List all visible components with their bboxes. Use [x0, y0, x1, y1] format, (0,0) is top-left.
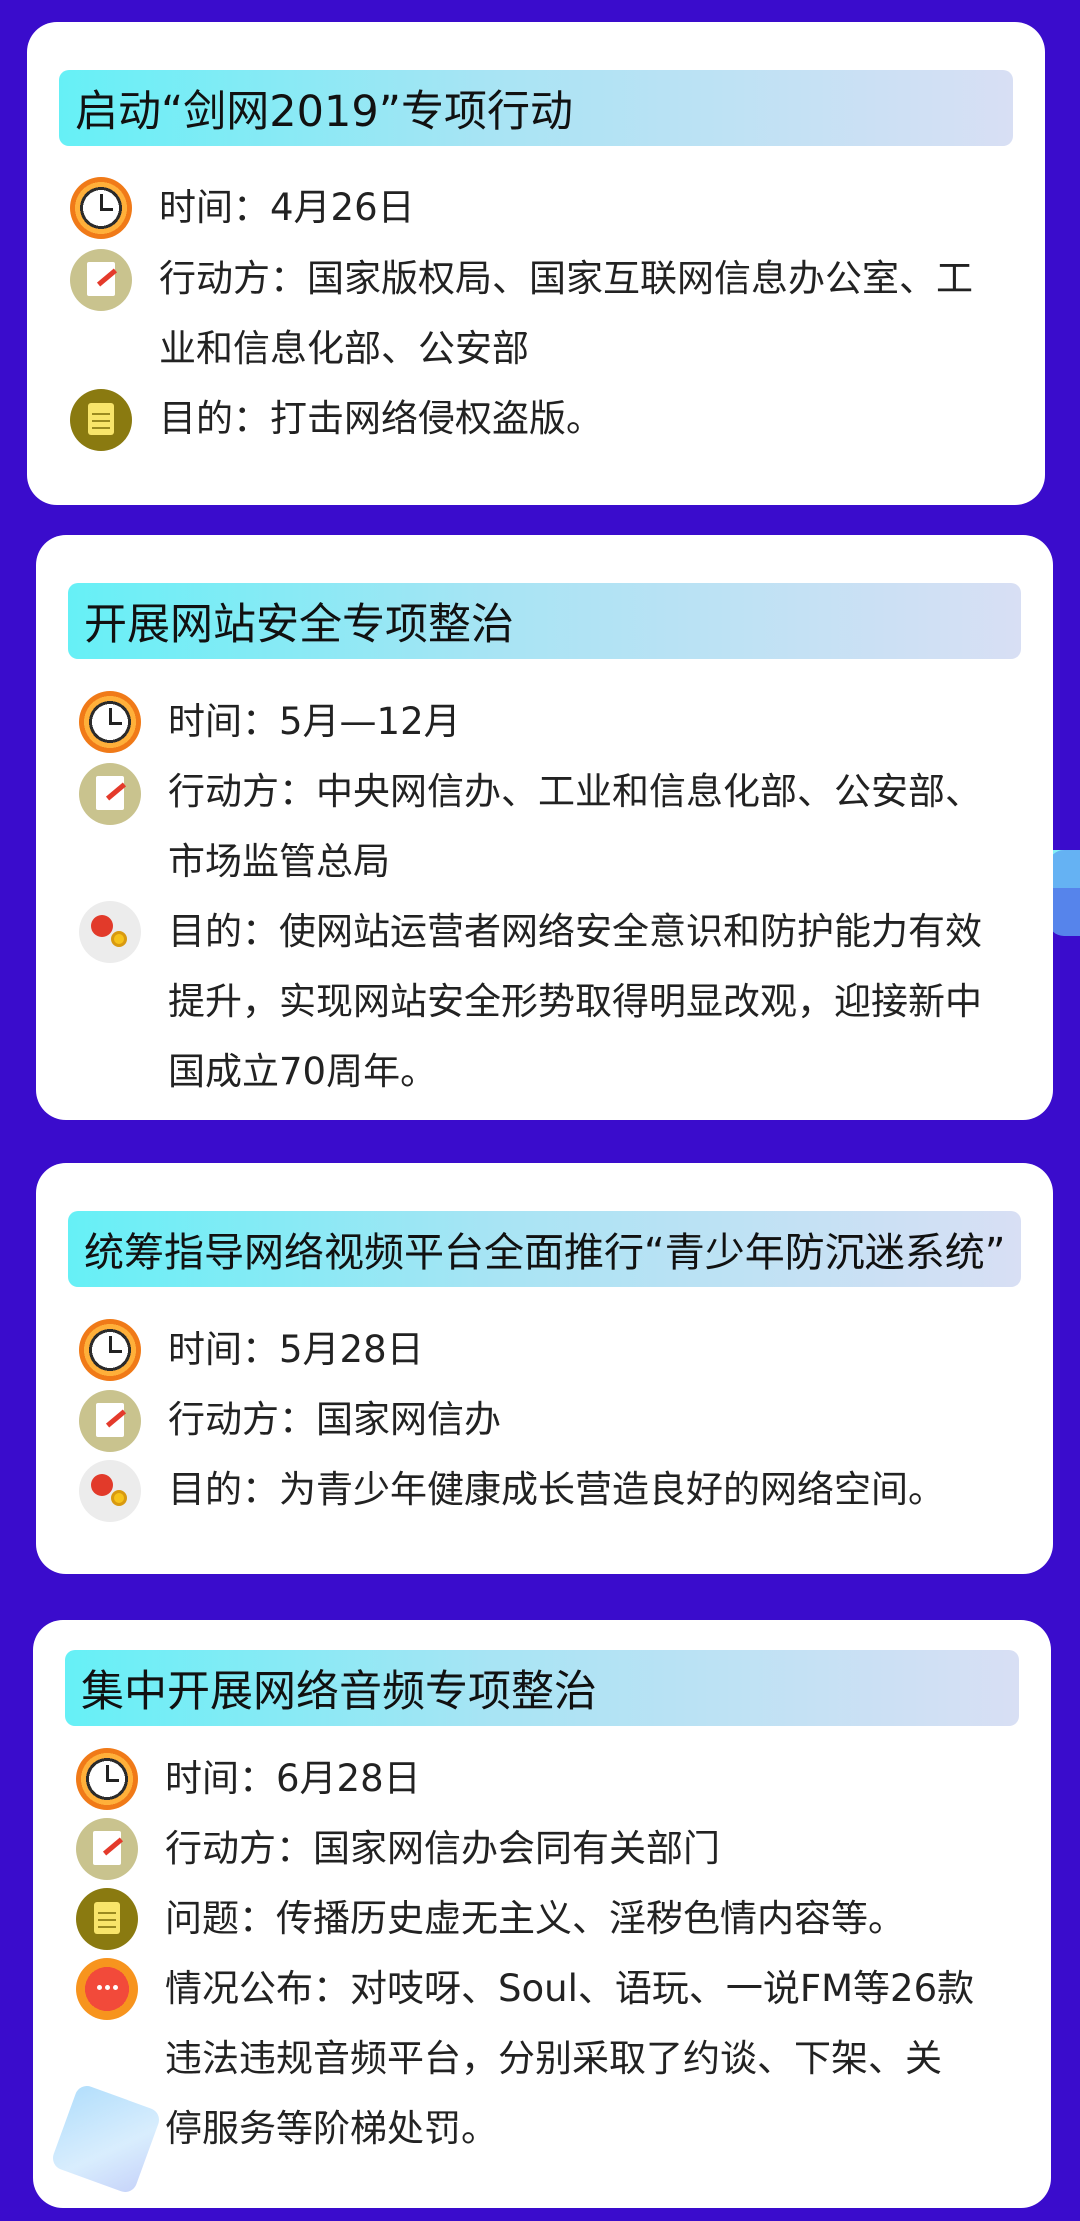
notepad-icon	[76, 1888, 138, 1950]
section-card-1: 启动“剑网2019”专项行动 时间：4月26日 行动方：国家版权局、国家互联网信…	[27, 22, 1045, 505]
purpose-text: 目的：为青少年健康成长营造良好的网络空间。	[168, 1468, 945, 1511]
purpose-text: 目的：打击网络侵权盗版。	[159, 397, 603, 440]
status-text-line-3: 停服务等阶梯处罚。	[165, 2107, 498, 2150]
section-title: 开展网站安全专项整治	[68, 583, 1021, 659]
clock-icon	[76, 1748, 138, 1810]
document-pen-icon	[79, 763, 141, 825]
time-text: 时间：5月28日	[168, 1328, 424, 1371]
section-card-2: 开展网站安全专项整治 时间：5月—12月 行动方：中央网信办、工业和信息化部、公…	[36, 535, 1053, 1120]
purpose-text-line-3: 国成立70周年。	[168, 1050, 438, 1093]
time-text: 时间：5月—12月	[168, 700, 461, 743]
section-title: 统筹指导网络视频平台全面推行“青少年防沉迷系统”	[68, 1211, 1021, 1287]
actor-text-line-2: 业和信息化部、公安部	[159, 327, 529, 370]
section-title: 集中开展网络音频专项整治	[65, 1650, 1019, 1726]
clock-icon	[79, 1319, 141, 1381]
actor-text-line-1: 行动方：国家版权局、国家互联网信息办公室、工	[159, 257, 973, 300]
actor-text-line-2: 市场监管总局	[168, 840, 390, 883]
status-text-line-2: 违法违规音频平台，分别采取了约谈、下架、关	[165, 2037, 942, 2080]
purpose-text-line-1: 目的：使网站运营者网络安全意识和防护能力有效	[168, 910, 982, 953]
clock-icon	[70, 177, 132, 239]
document-pen-icon	[70, 249, 132, 311]
section-card-4: 集中开展网络音频专项整治 时间：6月28日 行动方：国家网信办会同有关部门 问题…	[33, 1620, 1051, 2208]
time-text: 时间：4月26日	[159, 186, 415, 229]
document-pen-icon	[79, 1390, 141, 1452]
purpose-text-line-2: 提升，实现网站安全形势取得明显改观，迎接新中	[168, 980, 982, 1023]
actor-text: 行动方：国家网信办	[168, 1398, 501, 1441]
notepad-icon	[70, 389, 132, 451]
time-text: 时间：6月28日	[165, 1757, 421, 1800]
document-pen-icon	[76, 1818, 138, 1880]
section-title: 启动“剑网2019”专项行动	[59, 70, 1013, 146]
gears-icon	[79, 901, 141, 963]
section-card-3: 统筹指导网络视频平台全面推行“青少年防沉迷系统” 时间：5月28日 行动方：国家…	[36, 1163, 1053, 1574]
clock-icon	[79, 691, 141, 753]
gears-icon	[79, 1460, 141, 1522]
issue-text: 问题：传播历史虚无主义、淫秽色情内容等。	[165, 1897, 905, 1940]
status-text-line-1: 情况公布：对吱呀、Soul、语玩、一说FM等26款	[165, 1967, 975, 2010]
chat-bubble-icon	[76, 1958, 138, 2020]
actor-text: 行动方：国家网信办会同有关部门	[165, 1827, 720, 1870]
actor-text-line-1: 行动方：中央网信办、工业和信息化部、公安部、	[168, 770, 982, 813]
